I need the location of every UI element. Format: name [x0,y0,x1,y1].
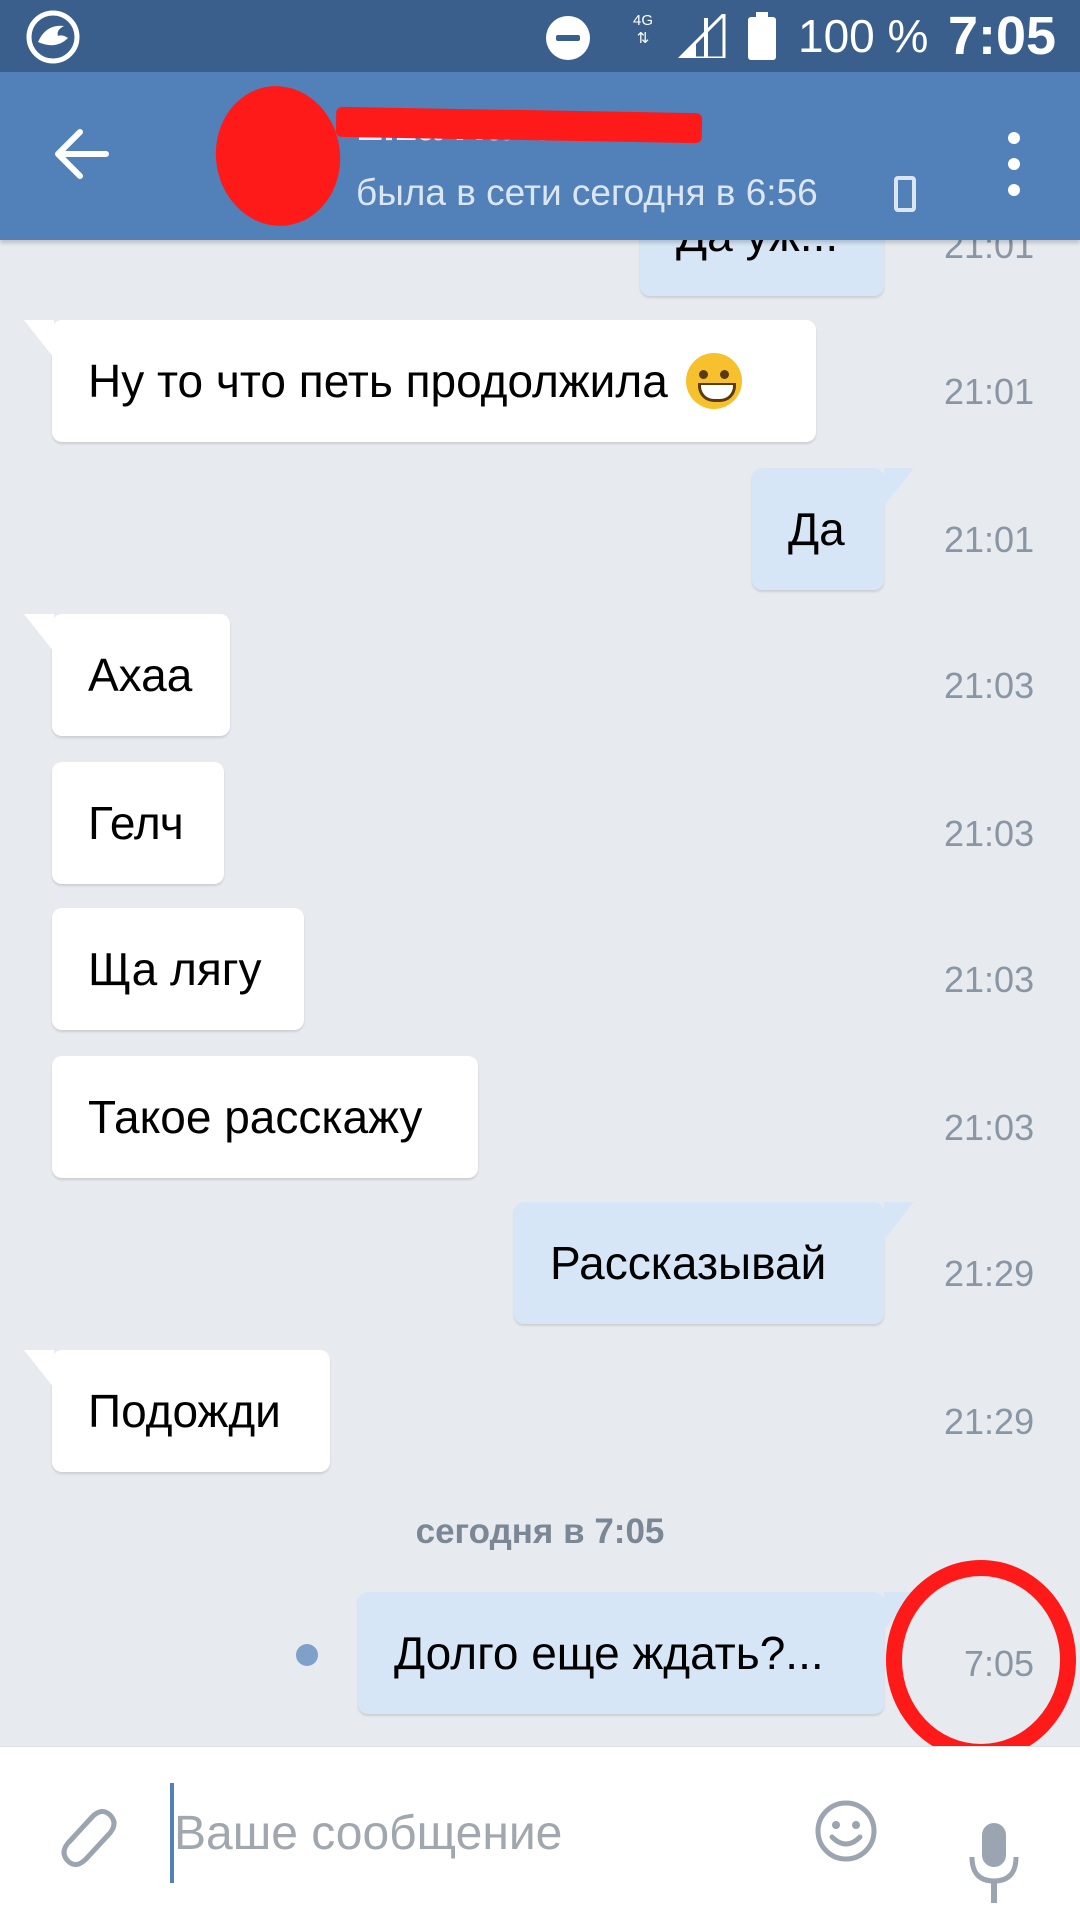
message-text: Долго еще ждать?... [394,1627,824,1679]
avatar[interactable] [206,78,350,234]
message-time: 21:03 [944,959,1035,1000]
message-bubble-outgoing[interactable]: Рассказывай [514,1202,914,1324]
unread-indicator [296,1644,318,1666]
message-time: 21:03 [944,813,1035,854]
message-text: Ахаа [88,649,193,701]
message-time: 21:03 [944,1107,1035,1148]
message-text: Да [788,503,845,555]
date-separator: сегодня в 7:05 [415,1512,665,1551]
message-text: Гелч [88,797,184,849]
app-logo-icon [26,10,80,64]
message-time: 21:01 [944,519,1035,560]
last-seen-status: была в сети сегодня в 6:56 [356,172,818,213]
message-time: 21:29 [944,1253,1035,1294]
message-time: 21:03 [944,665,1035,706]
microphone-icon[interactable] [966,1819,1022,1909]
redaction-mark [335,106,703,144]
message-input[interactable] [170,1783,790,1883]
grinning-face-emoji-icon [685,352,742,409]
message-composer [0,1746,1080,1920]
back-arrow-icon[interactable] [46,118,118,190]
chat-header: Liza Havana была в сети сегодня в 6:56 [0,72,1080,240]
message-text: Такое расскажу [88,1091,423,1143]
do-not-disturb-icon [546,16,590,60]
mobile-device-icon [894,176,916,212]
message-bubble-incoming[interactable]: Ща лягу [52,908,304,1030]
message-bubble-incoming[interactable]: Подожди [24,1350,330,1472]
message-bubble-incoming[interactable]: Такое расскажу [52,1056,478,1178]
status-bar: 4G ⇅ 100 % 7:05 [0,0,1080,72]
more-vert-icon[interactable] [990,128,1038,200]
message-text: Ща лягу [88,943,262,995]
message-bubble-incoming[interactable]: Ахаа [24,614,230,736]
battery-icon [748,12,776,60]
message-time: 21:29 [944,1401,1035,1442]
clock: 7:05 [948,6,1057,66]
message-text: Подожди [88,1385,281,1437]
message-time: 21:01 [944,371,1035,412]
message-bubble-outgoing[interactable]: Долго еще ждать?... [358,1592,914,1714]
message-bubble-outgoing[interactable]: Да [752,468,914,590]
message-text: Рассказывай [550,1237,827,1289]
message-text: Ну то что петь продолжила [88,355,668,407]
signal-icon [677,14,726,58]
smiley-icon[interactable] [814,1799,878,1863]
paperclip-icon[interactable] [50,1797,120,1877]
battery-percent: 100 % [798,10,929,62]
network-type: 4G ⇅ [632,12,653,47]
red-circle-annotation [886,1560,1076,1760]
message-bubble-incoming[interactable]: Ну то что петь продолжила [24,320,816,442]
message-bubble-incoming[interactable]: Гелч [52,762,224,884]
